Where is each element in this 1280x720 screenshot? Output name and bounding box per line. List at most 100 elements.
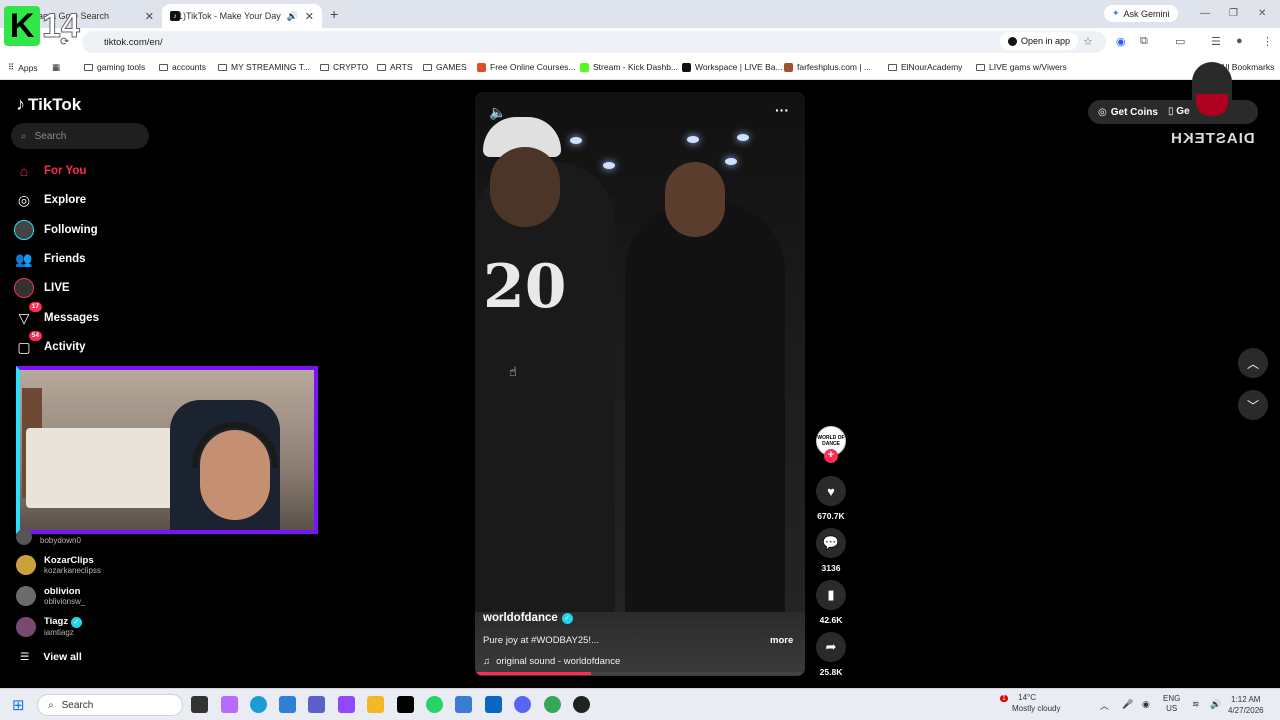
- profile-icon[interactable]: ●: [1236, 35, 1243, 47]
- file-explorer-icon[interactable]: [367, 696, 384, 713]
- tray-chevron-icon[interactable]: ︿: [1100, 699, 1109, 712]
- nav-for-you[interactable]: ⌂ For You: [14, 161, 87, 181]
- video-progress-bar[interactable]: [475, 672, 805, 675]
- bookmark-apps[interactable]: ⠿ Apps: [8, 62, 38, 73]
- previous-video-button[interactable]: ︿: [1238, 348, 1268, 378]
- nav-messages[interactable]: ▽ 17 Messages: [14, 302, 99, 328]
- media-icon[interactable]: ☰: [1211, 35, 1221, 48]
- comment-button[interactable]: 💬 3136: [816, 528, 846, 573]
- store-icon[interactable]: [279, 696, 296, 713]
- nav-following[interactable]: Following: [14, 220, 98, 240]
- microphone-icon[interactable]: 🎤: [1122, 699, 1133, 710]
- wifi-icon[interactable]: ≋: [1192, 699, 1200, 710]
- gemini-icon: ✦: [1112, 8, 1120, 18]
- video-author[interactable]: worldofdance ✓: [483, 612, 573, 624]
- bookmark-arts[interactable]: ARTS: [377, 62, 413, 72]
- following-account[interactable]: bobydown0: [16, 529, 81, 545]
- weather-temp: 14°C: [1018, 693, 1037, 702]
- nav-live[interactable]: LIVE: [14, 278, 70, 298]
- whatsapp-icon[interactable]: [426, 696, 443, 713]
- linkedin-icon[interactable]: [485, 696, 502, 713]
- minimize-icon[interactable]: —: [1200, 8, 1210, 19]
- next-video-button[interactable]: ﹀: [1238, 390, 1268, 420]
- open-in-app-button[interactable]: Open in app: [1000, 32, 1079, 50]
- following-account[interactable]: oblivion oblivionsw_: [16, 586, 85, 606]
- nav-label: LIVE: [44, 282, 70, 294]
- like-button[interactable]: ♥ 670.7K: [816, 476, 846, 521]
- search-icon: ⌕: [21, 130, 27, 142]
- star-icon[interactable]: ☆: [1083, 35, 1093, 48]
- list-icon: ☰: [20, 651, 30, 663]
- nav-friends[interactable]: 👥 Friends: [14, 249, 85, 269]
- volume-icon[interactable]: 🔈: [489, 104, 506, 121]
- cast-icon[interactable]: ◉: [1116, 35, 1126, 48]
- weather-widget[interactable]: 1 14°C Mostly cloudy: [1000, 693, 1060, 714]
- bookmark-streaming[interactable]: MY STREAMING T...: [218, 62, 310, 72]
- copilot-icon[interactable]: [221, 696, 238, 713]
- x-icon[interactable]: [397, 696, 414, 713]
- comment-count: 3136: [821, 563, 841, 573]
- menu-dots-icon[interactable]: ⋮: [1262, 35, 1273, 48]
- view-all-link[interactable]: ☰ View all: [20, 651, 82, 663]
- taskbar-search[interactable]: ⌕ Search: [37, 694, 183, 716]
- obs-icon[interactable]: [573, 696, 590, 713]
- bookmark-farfeshplus[interactable]: farfeshplus.com | ...: [784, 62, 871, 72]
- bookmark-crypto[interactable]: CRYPTO: [320, 62, 368, 72]
- bookmark-accounts[interactable]: accounts: [159, 62, 206, 72]
- weather-badge: 1: [1000, 695, 1008, 702]
- video-player[interactable]: 20 🔈 ··· worldofdance ✓ Pure joy at #WOD…: [475, 92, 805, 676]
- volume-icon[interactable]: 🔊: [1210, 699, 1221, 710]
- bookmark-games[interactable]: GAMES: [423, 62, 467, 72]
- twitch-icon[interactable]: [338, 696, 355, 713]
- bookmark-label: farfeshplus.com | ...: [797, 62, 872, 72]
- tray-app-icon[interactable]: ◉: [1142, 699, 1150, 710]
- bookmark-gaming-tools[interactable]: gaming tools: [84, 62, 145, 72]
- bookmark-free-courses[interactable]: Free Online Courses...: [477, 62, 576, 72]
- app-icon[interactable]: [455, 696, 472, 713]
- new-tab-button[interactable]: +: [330, 6, 338, 22]
- chrome-icon[interactable]: [544, 696, 561, 713]
- language-indicator[interactable]: ENG US: [1163, 694, 1180, 714]
- following-account[interactable]: KozarClips kozarkaneclipss: [16, 555, 101, 575]
- more-link[interactable]: more: [770, 635, 793, 646]
- teams-icon[interactable]: [308, 696, 325, 713]
- bookmark-workspace[interactable]: Workspace | LIVE Ba...: [682, 62, 783, 72]
- edge-icon[interactable]: [250, 696, 267, 713]
- save-count: 42.6K: [819, 615, 843, 625]
- following-account[interactable]: Tiagz ✓ iamtiagz: [16, 616, 82, 637]
- tab-tiktok[interactable]: ♪ (71)TikTok - Make Your Day 🔊 ✕: [162, 4, 322, 28]
- speaker-icon[interactable]: 🔊: [287, 11, 298, 22]
- discord-icon[interactable]: [514, 696, 531, 713]
- more-options-icon[interactable]: ···: [775, 102, 789, 118]
- extensions-icon[interactable]: ⧉: [1140, 35, 1148, 48]
- save-button[interactable]: ▮ 42.6K: [816, 580, 846, 625]
- windows-start-icon[interactable]: ⊞: [12, 696, 25, 714]
- stage-light: [687, 136, 699, 143]
- search-input[interactable]: ⌕ Search: [11, 123, 149, 149]
- video-sound[interactable]: ♫ original sound - worldofdance: [483, 656, 620, 667]
- account-name: Tiagz ✓: [44, 616, 82, 628]
- nav-activity[interactable]: ▢ 54 Activity: [14, 331, 86, 357]
- nav-explore[interactable]: ◎ Explore: [14, 190, 86, 210]
- share-button[interactable]: ➦ 25.8K: [816, 632, 846, 677]
- follow-button[interactable]: +: [824, 449, 838, 463]
- close-icon[interactable]: ✕: [305, 10, 314, 23]
- bookmark-grid[interactable]: ▦: [52, 62, 60, 73]
- maximize-icon[interactable]: ❐: [1229, 8, 1238, 19]
- bookmark-elnour[interactable]: ElNourAcademy: [888, 62, 962, 72]
- window-close-icon[interactable]: ✕: [1258, 8, 1266, 19]
- bookmark-live-games[interactable]: LIVE gams w/Viwers: [976, 62, 1067, 72]
- tiktok-logo[interactable]: ♪ TikTok: [16, 94, 81, 115]
- stage-light: [737, 134, 749, 141]
- task-view-icon[interactable]: [191, 696, 208, 713]
- video-progress-fill: [475, 672, 591, 675]
- sidepanel-icon[interactable]: ▭: [1175, 35, 1185, 48]
- friends-icon: 👥: [15, 250, 33, 267]
- url-field[interactable]: tiktok.com/en/: [82, 31, 1106, 53]
- bookmark-kick-dashboard[interactable]: Stream - Kick Dashb...: [580, 62, 678, 72]
- close-icon[interactable]: ✕: [145, 10, 154, 23]
- clock[interactable]: 1:12 AM 4/27/2026: [1228, 694, 1264, 716]
- weather-desc: Mostly cloudy: [1012, 704, 1061, 713]
- heart-icon: ♥: [816, 476, 846, 506]
- ask-gemini-button[interactable]: ✦ Ask Gemini: [1104, 5, 1178, 22]
